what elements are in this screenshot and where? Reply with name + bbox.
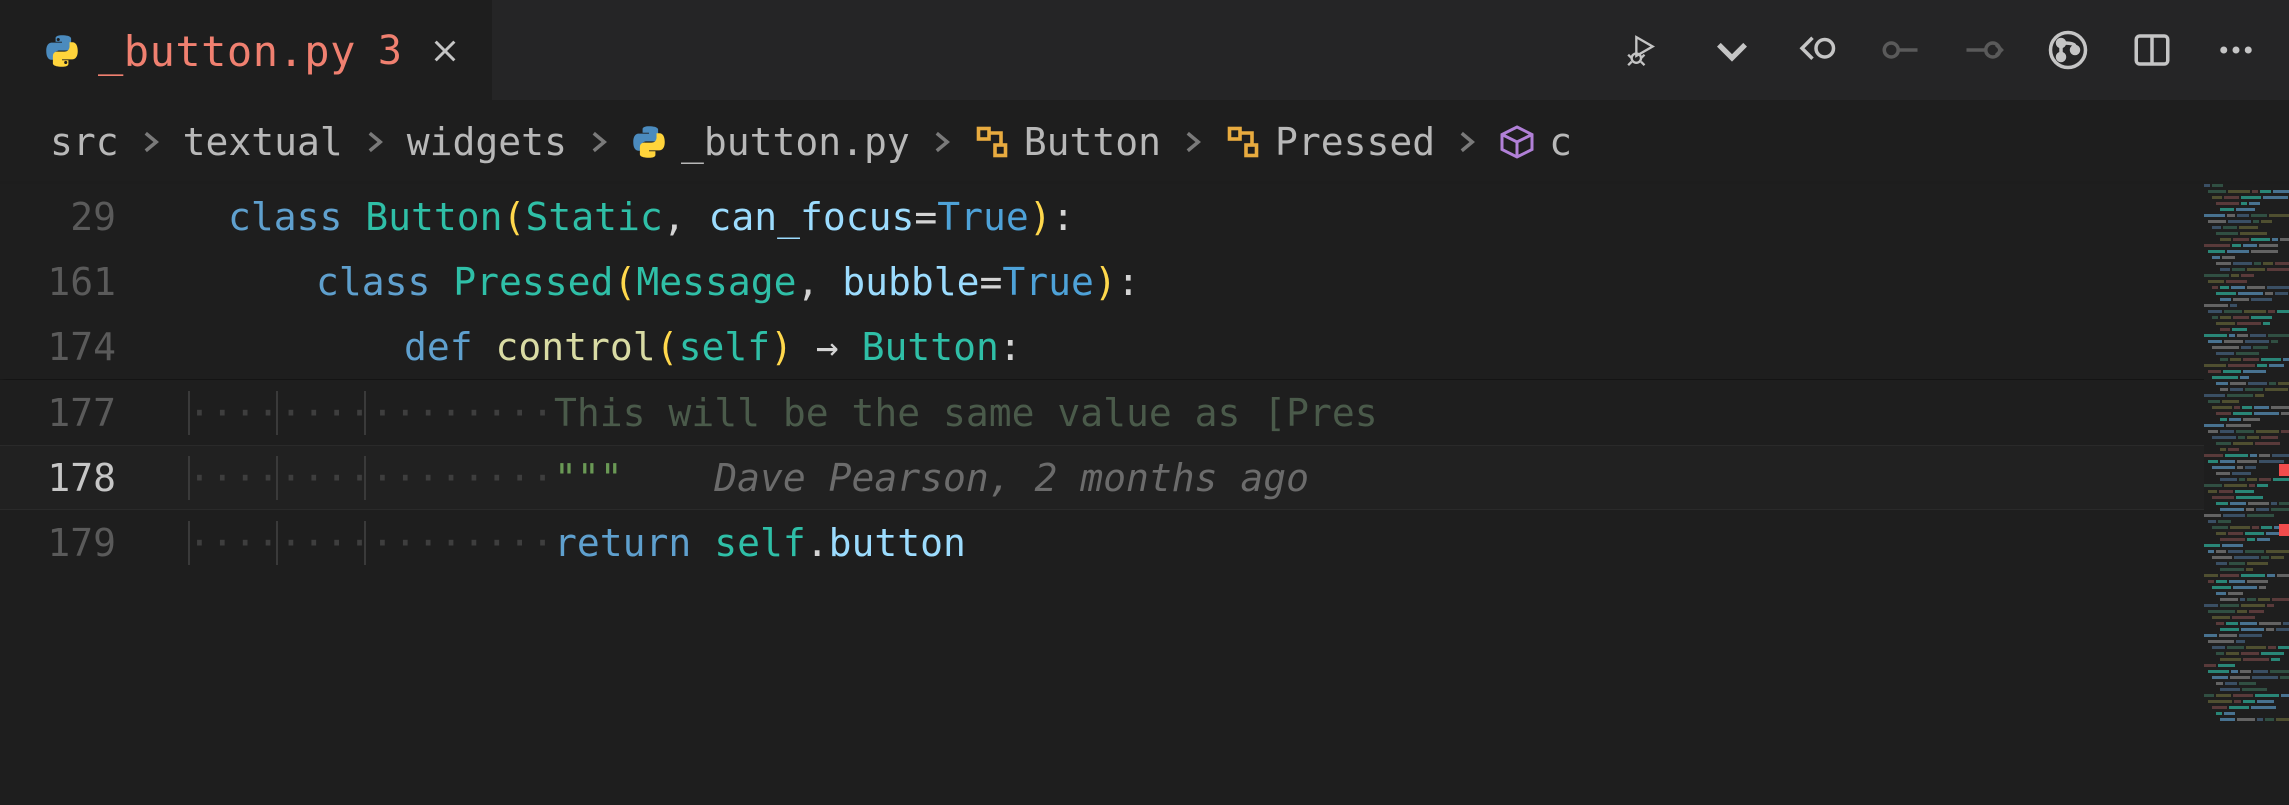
- class-symbol-icon: [974, 124, 1010, 160]
- code-line[interactable]: 179 ················return self.button: [0, 510, 2289, 575]
- split-editor-icon[interactable]: [2131, 29, 2173, 71]
- chevron-right-icon: [1179, 128, 1207, 156]
- editor-action-bar: [1627, 0, 2289, 100]
- chevron-down-icon[interactable]: [1711, 29, 1753, 71]
- chevron-right-icon: [137, 128, 165, 156]
- line-number: 161: [0, 260, 140, 304]
- git-blame-annotation: Dave Pearson, 2 months ago: [714, 456, 1309, 500]
- close-icon[interactable]: [430, 36, 460, 66]
- run-debug-icon[interactable]: [1627, 29, 1669, 71]
- breadcrumb[interactable]: src textual widgets _button.py Button Pr…: [0, 100, 2289, 184]
- more-actions-icon[interactable]: [2215, 29, 2257, 71]
- code-line[interactable]: 177 ················This will be the sam…: [0, 380, 2289, 445]
- code-content: ················""" Dave Pearson, 2 mont…: [140, 456, 2289, 500]
- breadcrumb-folder[interactable]: widgets: [407, 120, 567, 164]
- sticky-line[interactable]: 29 class Button(Static, can_focus=True):: [0, 184, 2289, 249]
- code-content: ················return self.button: [140, 521, 2289, 565]
- tab-strip: _button.py 3: [0, 0, 2289, 100]
- sticky-line[interactable]: 161 class Pressed(Message, bubble=True):: [0, 249, 2289, 314]
- sticky-scroll[interactable]: 29 class Button(Static, can_focus=True):…: [0, 184, 2289, 379]
- class-symbol-icon: [1225, 124, 1261, 160]
- breadcrumb-folder[interactable]: textual: [183, 120, 343, 164]
- tab-filename: _button.py: [98, 27, 356, 76]
- chevron-right-icon: [928, 128, 956, 156]
- chevron-right-icon: [361, 128, 389, 156]
- method-symbol-icon: [1499, 124, 1535, 160]
- breadcrumb-symbol-class[interactable]: Pressed: [1225, 120, 1435, 164]
- breadcrumb-symbol-class[interactable]: Button: [974, 120, 1161, 164]
- line-number: 179: [0, 521, 140, 565]
- source-control-icon[interactable]: [2047, 29, 2089, 71]
- code-content: ················This will be the same va…: [140, 391, 2289, 435]
- nav-prev-icon[interactable]: [1879, 29, 1921, 71]
- chevron-right-icon: [1453, 128, 1481, 156]
- code-content: class Pressed(Message, bubble=True):: [140, 260, 2289, 304]
- minimap[interactable]: [2204, 184, 2289, 805]
- breadcrumb-symbol-method[interactable]: c: [1499, 120, 1572, 164]
- editor-body[interactable]: 177 ················This will be the sam…: [0, 380, 2289, 805]
- line-number: 174: [0, 325, 140, 369]
- chevron-right-icon: [585, 128, 613, 156]
- breadcrumb-folder[interactable]: src: [50, 120, 119, 164]
- line-number: 177: [0, 391, 140, 435]
- sticky-line[interactable]: 174 def control(self) → Button:: [0, 314, 2289, 379]
- go-back-icon[interactable]: [1795, 29, 1837, 71]
- python-file-icon: [631, 124, 667, 160]
- editor-tab[interactable]: _button.py 3: [0, 0, 492, 100]
- code-content: def control(self) → Button:: [140, 325, 2289, 369]
- nav-next-icon[interactable]: [1963, 29, 2005, 71]
- code-content: class Button(Static, can_focus=True):: [140, 195, 2289, 239]
- breadcrumb-file[interactable]: _button.py: [631, 120, 910, 164]
- python-file-icon: [44, 33, 80, 69]
- tab-problem-count: 3: [378, 28, 402, 74]
- line-number: 29: [0, 195, 140, 239]
